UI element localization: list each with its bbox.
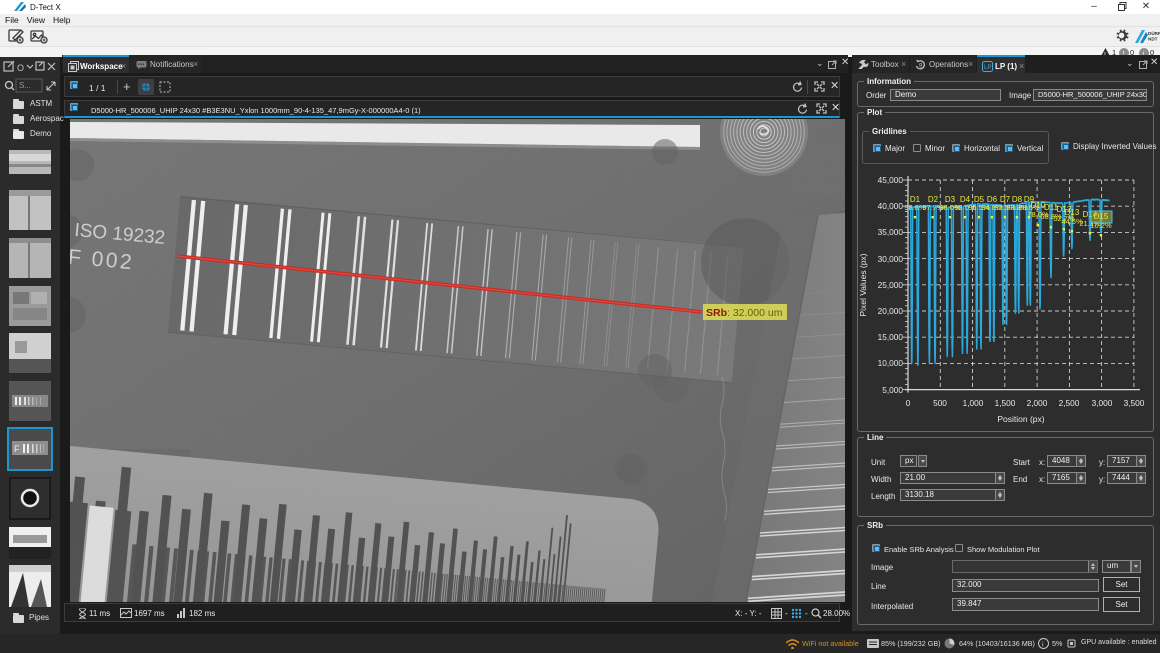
svg-text:40,000: 40,000 (878, 201, 904, 211)
svg-text:35,000: 35,000 (878, 227, 904, 237)
svg-text:3,000: 3,000 (1092, 398, 1113, 408)
svg-text:NDT: NDT (1148, 37, 1158, 42)
svg-text:i: i (1042, 642, 1044, 649)
svg-text:1,000: 1,000 (963, 398, 984, 408)
svg-text:O: O (17, 63, 24, 73)
svg-text:10,000: 10,000 (878, 358, 904, 368)
svg-text:2,000: 2,000 (1027, 398, 1048, 408)
svg-text:2,500: 2,500 (1059, 398, 1080, 408)
svg-text:Position (px): Position (px) (997, 414, 1044, 424)
svg-text:0: 0 (906, 398, 911, 408)
svg-text:F: F (14, 444, 20, 454)
svg-text:D15: D15 (1094, 212, 1109, 221)
svg-text:LP: LP (984, 65, 991, 71)
svg-text:10.2%: 10.2% (1090, 221, 1112, 230)
svg-text:D13: D13 (1065, 208, 1080, 217)
svg-text:1,500: 1,500 (995, 398, 1016, 408)
svg-text:45,000: 45,000 (878, 175, 904, 185)
svg-text:S...: S... (19, 81, 31, 90)
svg-text:20,000: 20,000 (878, 306, 904, 316)
svg-text:15,000: 15,000 (878, 332, 904, 342)
svg-text:25,000: 25,000 (878, 280, 904, 290)
svg-text:30,000: 30,000 (878, 254, 904, 264)
svg-text:3,500: 3,500 (1124, 398, 1145, 408)
svg-text:DÜRR: DÜRR (1148, 30, 1160, 36)
svg-text:500: 500 (933, 398, 947, 408)
svg-text:5,000: 5,000 (882, 385, 903, 395)
svg-text:Pixel Values (px): Pixel Values (px) (858, 253, 868, 316)
